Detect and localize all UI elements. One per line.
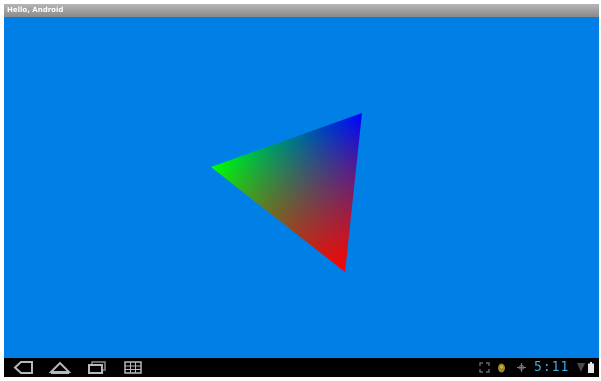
screenshot-icon [479, 362, 490, 373]
app-title-bar: Hello, Android [4, 4, 599, 17]
recent-apps-icon[interactable] [87, 360, 107, 375]
system-navigation-bar: 5:11 [4, 358, 599, 377]
home-icon[interactable] [49, 360, 71, 375]
device-screen: Hello, Android 5:11 [4, 4, 599, 377]
battery-icon [588, 362, 594, 373]
app-title: Hello, Android [7, 6, 64, 14]
status-clock: 5:11 [534, 360, 570, 375]
android-debug-icon [498, 363, 505, 373]
menu-icon[interactable] [123, 360, 143, 375]
back-icon[interactable] [12, 360, 34, 375]
usb-icon [517, 363, 526, 372]
rgb-triangle [211, 113, 362, 272]
gl-surface-view[interactable] [4, 17, 599, 358]
gl-canvas [211, 113, 362, 272]
signal-icon [577, 363, 585, 372]
